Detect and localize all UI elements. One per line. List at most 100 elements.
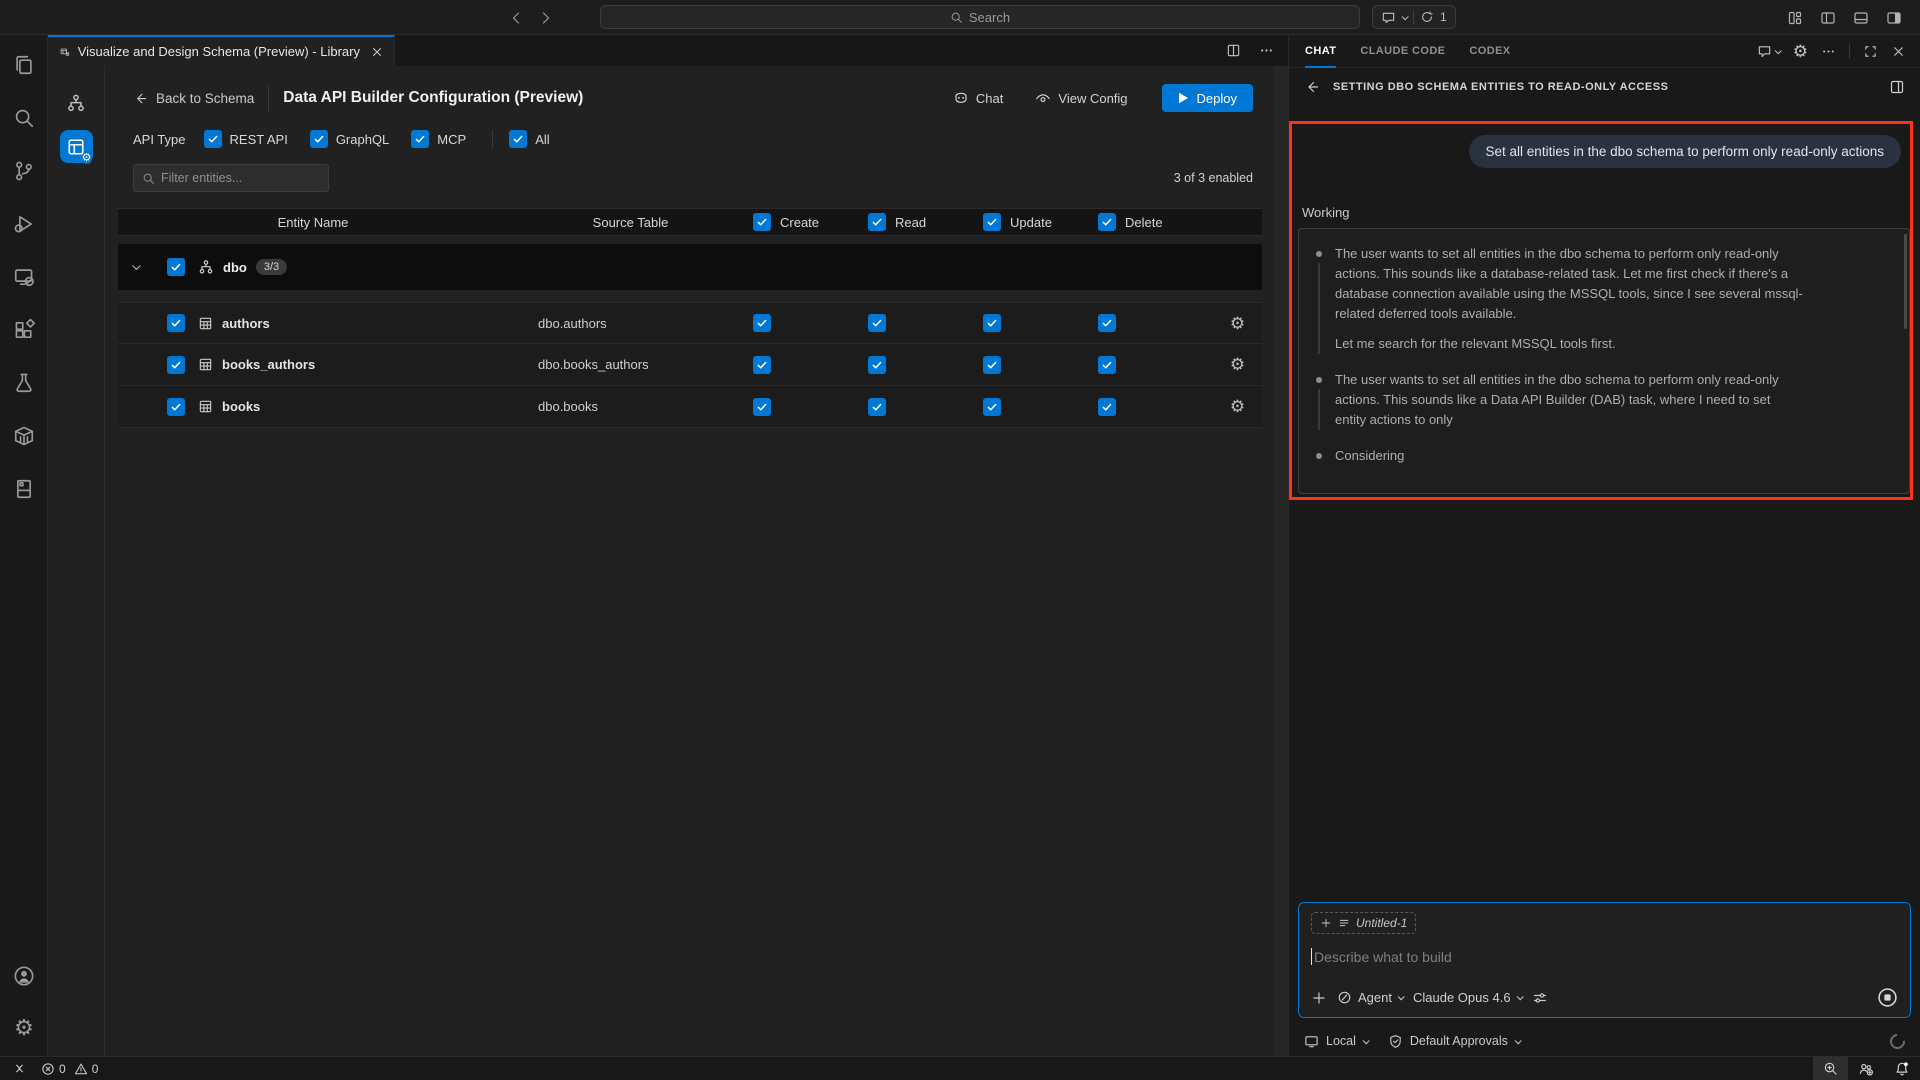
environment-picker[interactable]: Local	[1304, 1034, 1368, 1049]
api-builder-view-icon[interactable]: ⚙	[60, 130, 93, 163]
chat-input-placeholder[interactable]: Describe what to build	[1314, 949, 1452, 965]
checkbox-graphql[interactable]: GraphQL	[310, 130, 389, 148]
schema-group-row[interactable]: dbo 3/3	[118, 244, 1262, 290]
chat-sessions-icon[interactable]	[1757, 44, 1780, 59]
text-cursor	[1311, 948, 1312, 965]
checkbox-checked-icon[interactable]	[509, 130, 527, 148]
checkbox-checked-icon[interactable]	[310, 130, 328, 148]
thinking-box[interactable]: The user wants to set all entities in th…	[1298, 228, 1910, 494]
tab-claude-code[interactable]: CLAUDE CODE	[1360, 35, 1445, 68]
checkbox-update[interactable]	[983, 314, 1001, 332]
entity-settings-gear-icon[interactable]: ⚙	[1213, 398, 1262, 415]
testing-icon[interactable]	[4, 363, 44, 403]
schema-view-icon[interactable]	[61, 88, 91, 118]
maximize-panel-icon[interactable]	[1863, 44, 1878, 59]
open-session-editor-icon[interactable]	[1889, 79, 1905, 95]
table-row[interactable]: books_authors dbo.books_authors ⚙	[118, 344, 1262, 386]
problems-indicator[interactable]: 0 0	[41, 1062, 98, 1076]
checkbox-update[interactable]	[983, 398, 1001, 416]
chat-more-icon[interactable]	[1821, 44, 1836, 59]
checkbox-read[interactable]	[868, 314, 886, 332]
chat-input-box[interactable]: Untitled-1 Describe what to build Agent …	[1298, 902, 1911, 1018]
editor-scrollbar[interactable]	[1275, 66, 1288, 1056]
remote-indicator-icon[interactable]	[12, 1061, 27, 1076]
toggle-panel-icon[interactable]	[1853, 10, 1869, 26]
close-panel-icon[interactable]	[1891, 44, 1906, 59]
filter-entities-input[interactable]	[161, 171, 311, 185]
database-projects-icon[interactable]	[4, 469, 44, 509]
copilot-chat-icon	[1381, 10, 1396, 25]
collapse-chevron-icon[interactable]	[118, 261, 154, 274]
run-and-debug-icon[interactable]	[4, 204, 44, 244]
search-sidebar-icon[interactable]	[4, 98, 44, 138]
checkbox-delete[interactable]	[1098, 356, 1116, 374]
checkbox-checked-icon[interactable]	[983, 213, 1001, 231]
table-row[interactable]: books dbo.books ⚙	[118, 386, 1262, 428]
agent-mode-picker[interactable]: Agent	[1337, 990, 1403, 1005]
tab-chat[interactable]: CHAT	[1305, 35, 1336, 68]
checkbox-checked-icon[interactable]	[753, 213, 771, 231]
titlebar-search[interactable]: Search	[600, 5, 1360, 29]
tab-visualize-schema[interactable]: Visualize and Design Schema (Preview) - …	[48, 35, 395, 66]
checkbox-checked-icon[interactable]	[1098, 213, 1116, 231]
thinking-scrollbar[interactable]	[1904, 234, 1907, 329]
checkbox-delete[interactable]	[1098, 398, 1116, 416]
nav-forward-icon[interactable]	[538, 10, 554, 26]
view-config-button[interactable]: View Config	[1035, 90, 1127, 106]
toggle-secondary-sidebar-icon[interactable]	[1886, 10, 1902, 26]
checkbox-read[interactable]	[868, 398, 886, 416]
checkbox-create[interactable]	[753, 314, 771, 332]
checkbox-delete[interactable]	[1098, 314, 1116, 332]
checkbox-checked-icon[interactable]	[868, 213, 886, 231]
session-back-icon[interactable]	[1304, 79, 1320, 95]
checkbox-all[interactable]: All	[509, 130, 549, 148]
checkbox-checked-icon[interactable]	[411, 130, 429, 148]
notifications-bell-icon[interactable]	[1884, 1057, 1920, 1080]
chat-settings-gear-icon[interactable]: ⚙	[1793, 43, 1808, 60]
checkbox-entity[interactable]	[167, 398, 185, 416]
checkbox-rest-api[interactable]: REST API	[204, 130, 288, 148]
bullet-dot	[1316, 377, 1322, 383]
entity-settings-gear-icon[interactable]: ⚙	[1213, 356, 1262, 373]
more-actions-icon[interactable]	[1259, 43, 1274, 58]
checkbox-entity[interactable]	[167, 356, 185, 374]
nav-back-icon[interactable]	[508, 10, 524, 26]
back-to-schema-button[interactable]: Back to Schema	[133, 91, 254, 106]
extensions-icon[interactable]	[4, 310, 44, 350]
checkbox-entity[interactable]	[167, 314, 185, 332]
attach-icon[interactable]	[1311, 990, 1327, 1006]
tab-close-icon[interactable]	[370, 45, 384, 59]
accounts-sync-icon[interactable]	[1848, 1057, 1884, 1080]
model-picker[interactable]: Claude Opus 4.6	[1413, 990, 1522, 1005]
checkbox-create[interactable]	[753, 356, 771, 374]
checkbox-create[interactable]	[753, 398, 771, 416]
status-bar: 0 0	[0, 1056, 1920, 1080]
zoom-indicator-icon[interactable]	[1813, 1057, 1848, 1080]
entity-settings-gear-icon[interactable]: ⚙	[1213, 315, 1262, 332]
toggle-primary-sidebar-icon[interactable]	[1820, 10, 1836, 26]
tools-config-icon[interactable]	[1532, 990, 1548, 1006]
checkbox-dbo[interactable]	[167, 258, 185, 276]
refresh-icon	[1420, 10, 1434, 24]
table-row[interactable]: authors dbo.authors ⚙	[118, 302, 1262, 344]
copilot-status-pill[interactable]: 1	[1372, 5, 1456, 29]
checkbox-update[interactable]	[983, 356, 1001, 374]
source-control-icon[interactable]	[4, 151, 44, 191]
split-editor-icon[interactable]	[1226, 43, 1241, 58]
chat-button[interactable]: Chat	[953, 90, 1003, 106]
deploy-button[interactable]: Deploy	[1162, 84, 1253, 112]
accounts-icon[interactable]	[4, 956, 44, 996]
tab-codex[interactable]: CODEX	[1469, 35, 1510, 68]
explorer-icon[interactable]	[4, 45, 44, 85]
containers-icon[interactable]	[4, 416, 44, 456]
checkbox-read[interactable]	[868, 356, 886, 374]
stop-button[interactable]	[1877, 987, 1898, 1008]
bullet-dot	[1316, 453, 1322, 459]
checkbox-checked-icon[interactable]	[204, 130, 222, 148]
checkbox-mcp[interactable]: MCP	[411, 130, 466, 148]
customize-layout-icon[interactable]	[1787, 10, 1803, 26]
approvals-picker[interactable]: Default Approvals	[1388, 1034, 1520, 1049]
context-chip[interactable]: Untitled-1	[1311, 912, 1416, 934]
remote-explorer-icon[interactable]	[4, 257, 44, 297]
settings-gear-icon[interactable]: ⚙	[4, 1008, 44, 1048]
